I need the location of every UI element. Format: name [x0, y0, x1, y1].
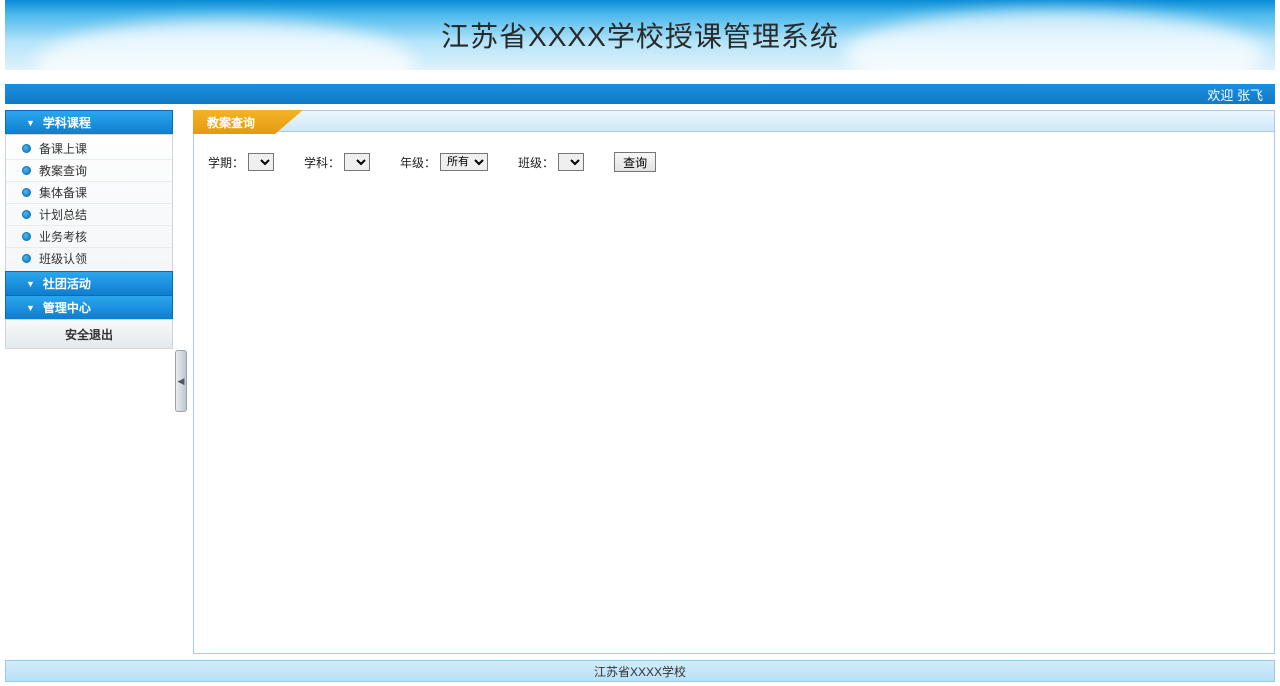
grade-label: 年级：: [400, 154, 436, 171]
sidebar-item-label: 教案查询: [39, 162, 87, 179]
filter-grade: 年级： 所有: [400, 153, 488, 171]
sidebar-item-group-prepare[interactable]: 集体备课: [6, 181, 172, 203]
menu-header-label: 社团活动: [43, 275, 91, 292]
chevron-down-icon: ▼: [26, 303, 35, 313]
content-tab-title: 教案查询: [207, 114, 255, 131]
grade-select[interactable]: 所有: [440, 153, 488, 171]
class-label: 班级：: [518, 154, 554, 171]
chevron-down-icon: ▼: [26, 279, 35, 289]
sidebar-item-label: 班级认领: [39, 250, 87, 267]
bullet-icon: [22, 232, 31, 241]
welcome-bar: 欢迎 张飞: [5, 84, 1275, 104]
welcome-prefix: 欢迎: [1207, 85, 1233, 104]
filter-row: 学期： 学科： 年级： 所有 班级： 查询: [208, 152, 1260, 172]
content-body: 学期： 学科： 年级： 所有 班级： 查询: [193, 132, 1275, 654]
menu-header-admin-center[interactable]: ▼ 管理中心: [5, 295, 173, 319]
sidebar-item-label: 集体备课: [39, 184, 87, 201]
footer-text: 江苏省XXXX学校: [594, 663, 686, 680]
sidebar-item-prepare-class[interactable]: 备课上课: [6, 137, 172, 159]
sidebar-item-business-assess[interactable]: 业务考核: [6, 225, 172, 247]
bullet-icon: [22, 188, 31, 197]
bullet-icon: [22, 210, 31, 219]
subject-select[interactable]: [344, 153, 370, 171]
sidebar-item-plan-summary[interactable]: 计划总结: [6, 203, 172, 225]
content-tab: 教案查询: [193, 110, 303, 134]
sidebar: ▼ 学科课程 备课上课 教案查询 集体备课 计划总结 业务考核 班级认领 ▼ 社…: [5, 110, 173, 658]
sidebar-item-label: 计划总结: [39, 206, 87, 223]
menu-header-label: 管理中心: [43, 299, 91, 316]
sidebar-item-label: 备课上课: [39, 140, 87, 157]
sidebar-collapse-handle[interactable]: ◀: [175, 350, 187, 412]
sidebar-item-lesson-query[interactable]: 教案查询: [6, 159, 172, 181]
app-title: 江苏省XXXX学校授课管理系统: [441, 15, 839, 55]
class-select[interactable]: [558, 153, 584, 171]
menu-header-club-activities[interactable]: ▼ 社团活动: [5, 271, 173, 295]
menu-header-label: 学科课程: [43, 114, 91, 131]
footer: 江苏省XXXX学校: [5, 660, 1275, 682]
menu-header-subject-courses[interactable]: ▼ 学科课程: [5, 110, 173, 134]
bullet-icon: [22, 254, 31, 263]
header-banner: 江苏省XXXX学校授课管理系统: [5, 0, 1275, 70]
chevron-left-icon: ◀: [178, 376, 185, 387]
welcome-user: 张飞: [1237, 85, 1263, 104]
bullet-icon: [22, 144, 31, 153]
semester-select[interactable]: [248, 153, 274, 171]
filter-semester: 学期：: [208, 153, 274, 171]
subject-label: 学科：: [304, 154, 340, 171]
logout-button[interactable]: 安全退出: [5, 319, 173, 349]
bullet-icon: [22, 166, 31, 175]
content-header-bar: 教案查询: [193, 110, 1275, 132]
chevron-down-icon: ▼: [26, 118, 35, 128]
content-area: ◀ 教案查询 学期： 学科： 年级： 所有: [193, 110, 1275, 658]
query-button[interactable]: 查询: [614, 152, 656, 172]
logout-label: 安全退出: [65, 326, 113, 343]
filter-class: 班级：: [518, 153, 584, 171]
menu-body-subject-courses: 备课上课 教案查询 集体备课 计划总结 业务考核 班级认领: [5, 134, 173, 271]
sidebar-item-class-claim[interactable]: 班级认领: [6, 247, 172, 269]
sidebar-item-label: 业务考核: [39, 228, 87, 245]
filter-subject: 学科：: [304, 153, 370, 171]
semester-label: 学期：: [208, 154, 244, 171]
